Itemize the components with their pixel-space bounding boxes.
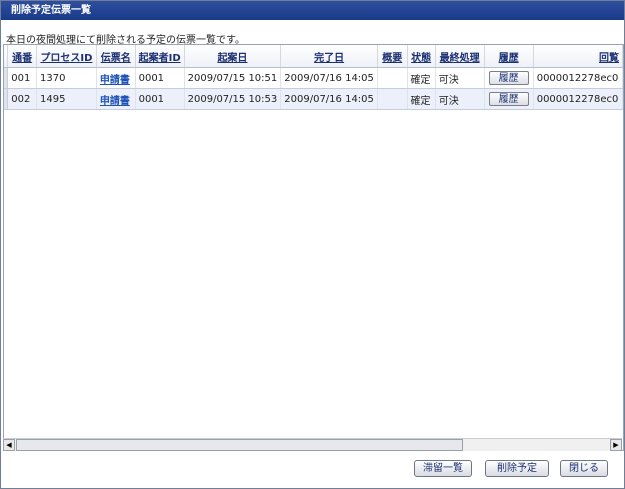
delete-scheduled-button[interactable]: 削除予定 [485,460,549,477]
column-header-no[interactable]: 通番 [7,45,37,68]
history-button[interactable]: 履歴 [488,92,529,106]
column-header-summary[interactable]: 概要 [377,45,408,68]
doc-name-link[interactable]: 申請書 [100,75,130,86]
cell-history: 履歴 [484,88,534,110]
column-header-final[interactable]: 最終処理 [435,45,485,68]
cell-complete-date: 2009/07/16 14:05 [280,88,378,110]
cell-drafter-id: 0001 [135,88,185,110]
window: 削除予定伝票一覧 本日の夜間処理にて削除される予定の伝票一覧です。 通番 プロセ… [0,0,625,489]
cell-circulation: 0000012278ec0 [533,88,623,110]
history-button[interactable]: 履歴 [488,71,529,85]
cell-drafter-id: 0001 [135,67,185,89]
document-table: 通番 プロセスID 伝票名 起案者ID 起案日 完了日 概要 状態 最終処理 履… [4,45,623,110]
cell-no: 001 [7,67,37,89]
column-header-status[interactable]: 状態 [407,45,436,68]
cell-final: 可決 [435,67,485,89]
table-row[interactable]: 002 1495 申請書 0001 2009/07/15 10:53 2009/… [4,88,623,110]
cell-final: 可決 [435,88,485,110]
cell-summary [377,67,408,89]
column-header-drafter-id[interactable]: 起案者ID [135,45,185,68]
cell-status: 確定 [407,88,436,110]
column-header-history[interactable]: 履歴 [484,45,534,68]
window-title: 削除予定伝票一覧 [1,1,624,20]
cell-draft-date: 2009/07/15 10:51 [184,67,282,89]
column-header-circulation[interactable]: 回覧 [533,45,623,68]
cell-doc-name: 申請書 [96,88,136,110]
column-header-complete-date[interactable]: 完了日 [280,45,378,68]
column-header-doc-name[interactable]: 伝票名 [96,45,136,68]
column-header-process-id[interactable]: プロセスID [36,45,97,68]
column-header-draft-date[interactable]: 起案日 [184,45,282,68]
horizontal-scrollbar[interactable]: ◀ ▶ [3,438,622,451]
doc-name-link[interactable]: 申請書 [100,96,130,107]
pending-list-button[interactable]: 滞留一覧 [414,460,472,477]
close-button[interactable]: 閉じる [560,460,608,477]
cell-complete-date: 2009/07/16 14:05 [280,67,378,89]
scroll-left-arrow-icon[interactable]: ◀ [3,439,15,451]
cell-doc-name: 申請書 [96,67,136,89]
scroll-thumb[interactable] [16,439,463,451]
cell-draft-date: 2009/07/15 10:53 [184,88,282,110]
cell-history: 履歴 [484,67,534,89]
cell-summary [377,88,408,110]
cell-status: 確定 [407,67,436,89]
table-row[interactable]: 001 1370 申請書 0001 2009/07/15 10:51 2009/… [4,67,623,89]
cell-no: 002 [7,88,37,110]
document-grid: 通番 プロセスID 伝票名 起案者ID 起案日 完了日 概要 状態 最終処理 履… [3,44,624,451]
cell-process-id: 1495 [36,88,97,110]
cell-process-id: 1370 [36,67,97,89]
cell-circulation: 0000012278ec0 [533,67,623,89]
table-header-row: 通番 プロセスID 伝票名 起案者ID 起案日 完了日 概要 状態 最終処理 履… [4,45,623,68]
scroll-right-arrow-icon[interactable]: ▶ [610,439,622,451]
